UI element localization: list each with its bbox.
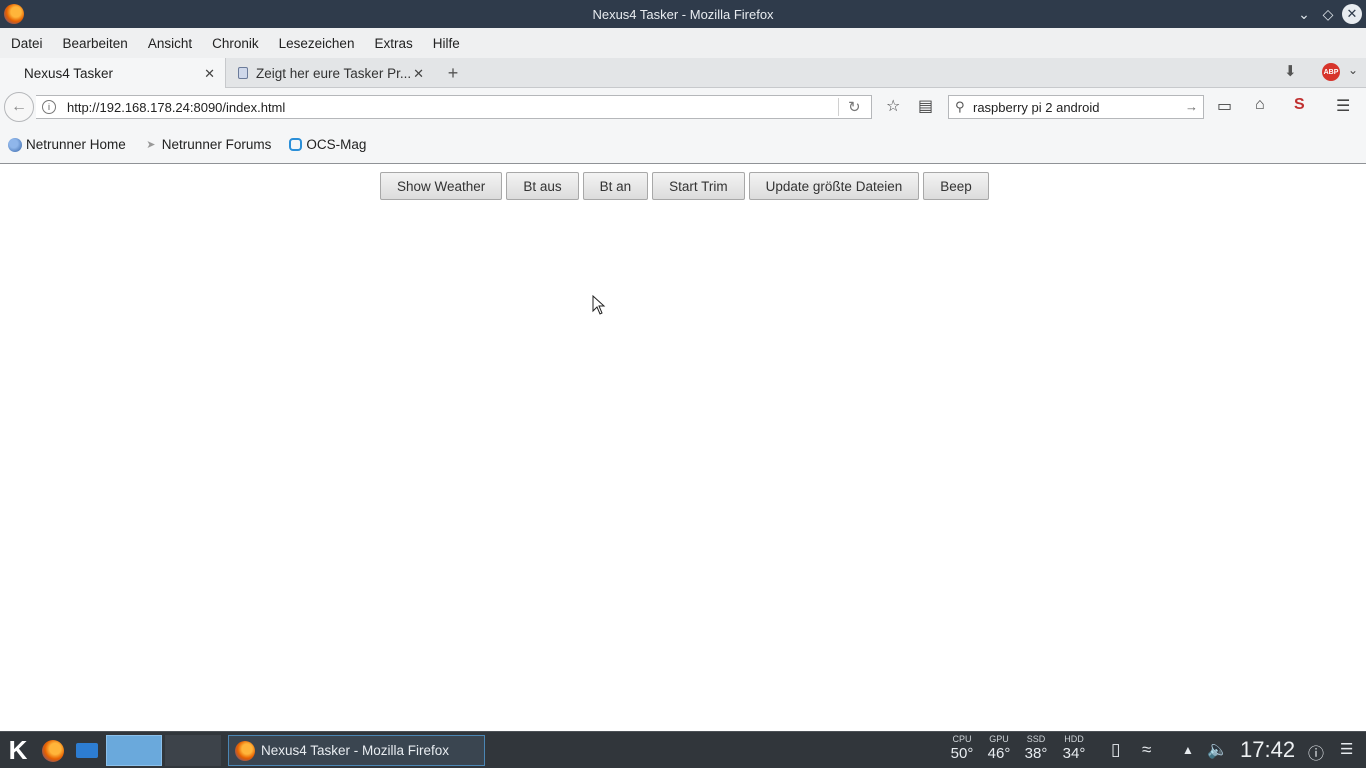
sensor-label: SSD <box>1026 734 1046 744</box>
firefox-icon <box>235 741 255 761</box>
adblock-plus-icon[interactable]: ABP <box>1322 63 1340 81</box>
task-label: Nexus4 Tasker - Mozilla Firefox <box>261 743 450 758</box>
notifications-icon[interactable]: ⓘ <box>1308 740 1324 764</box>
sensor-ssd: SSD 38° <box>1017 734 1055 762</box>
sensor-value: 46° <box>987 745 1011 762</box>
bookmark-star-icon[interactable]: ☆ <box>886 96 900 116</box>
back-button[interactable]: ← <box>4 92 34 122</box>
ocs-icon <box>289 138 303 151</box>
maximize-button[interactable]: ◇ <box>1318 4 1338 24</box>
close-window-button[interactable]: ✕ <box>1342 4 1362 24</box>
panel-options-icon[interactable]: ☰ <box>1340 740 1353 758</box>
start-trim-button[interactable]: Start Trim <box>652 172 745 200</box>
menu-bar: Datei Bearbeiten Ansicht Chronik Lesezei… <box>0 28 1366 58</box>
globe-icon <box>8 137 22 152</box>
bookmark-netrunner-home[interactable]: Netrunner Home <box>8 137 126 152</box>
close-tab-icon[interactable]: ✕ <box>204 66 215 82</box>
virtual-desktop-1[interactable] <box>106 735 162 766</box>
page-icon <box>238 67 248 79</box>
info-icon[interactable]: i <box>42 100 56 114</box>
sensor-value: 34° <box>1062 745 1086 762</box>
menu-hilfe[interactable]: Hilfe <box>426 36 467 51</box>
home-icon[interactable]: ⌂ <box>1255 96 1265 114</box>
mail-launcher-icon[interactable] <box>76 743 98 758</box>
virtual-desktop-2[interactable] <box>165 735 221 766</box>
sensor-hdd: HDD 34° <box>1055 734 1093 762</box>
search-value[interactable]: raspberry pi 2 android <box>973 100 1099 115</box>
menu-lesezeichen[interactable]: Lesezeichen <box>272 36 362 51</box>
url-separator <box>838 98 839 116</box>
volume-icon[interactable]: 🔈 <box>1207 740 1228 760</box>
show-weather-button[interactable]: Show Weather <box>380 172 503 200</box>
taskbar: K Nexus4 Tasker - Mozilla Firefox CPU 50… <box>0 731 1366 768</box>
update-files-button[interactable]: Update größte Dateien <box>748 172 920 200</box>
menu-bearbeiten[interactable]: Bearbeiten <box>56 36 135 51</box>
list-all-tabs-icon[interactable]: ⌄ <box>1348 63 1358 77</box>
phone-connect-icon[interactable]: ▯ <box>1111 740 1120 760</box>
taskbar-task-firefox[interactable]: Nexus4 Tasker - Mozilla Firefox <box>228 735 485 766</box>
sensor-value: 50° <box>950 745 974 762</box>
tray-expand-icon[interactable]: ▲ <box>1182 743 1194 757</box>
tab-label: Zeigt her eure Tasker Pr... <box>256 65 412 81</box>
tab-nexus4-tasker[interactable]: Nexus4 Tasker ✕ <box>0 58 226 88</box>
bt-aus-button[interactable]: Bt aus <box>506 172 579 200</box>
menu-datei[interactable]: Datei <box>4 36 50 51</box>
extension-icon[interactable]: S <box>1294 96 1305 114</box>
search-icon: ⚲ <box>955 99 965 114</box>
firefox-icon[interactable] <box>4 4 24 24</box>
close-tab-icon[interactable]: ✕ <box>413 66 424 82</box>
bookmark-ocs-mag[interactable]: OCS-Mag <box>289 137 366 152</box>
hamburger-menu-icon[interactable]: ☰ <box>1336 96 1350 116</box>
sensor-label: CPU <box>952 734 972 744</box>
url-bar[interactable]: i http://192.168.178.24:8090/index.html … <box>36 95 872 119</box>
minimize-button[interactable]: ⌄ <box>1294 4 1314 24</box>
url-text[interactable]: http://192.168.178.24:8090/index.html <box>67 100 285 115</box>
window-title: Nexus4 Tasker - Mozilla Firefox <box>592 6 774 22</box>
reload-icon[interactable]: ↻ <box>848 98 861 116</box>
menu-chronik[interactable]: Chronik <box>205 36 266 51</box>
bookmark-label: Netrunner Home <box>26 137 126 152</box>
sensor-gpu: GPU 46° <box>980 734 1018 762</box>
download-icon[interactable]: ⬇ <box>1284 62 1297 80</box>
bookmark-label: Netrunner Forums <box>161 137 272 152</box>
firefox-launcher-icon[interactable] <box>42 740 64 762</box>
bookmark-netrunner-forums[interactable]: ➤ Netrunner Forums <box>144 137 272 152</box>
clock[interactable]: 17:42 <box>1240 737 1295 763</box>
bookmark-label: OCS-Mag <box>306 137 367 152</box>
beep-button[interactable]: Beep <box>923 172 989 200</box>
search-go-icon[interactable]: → <box>1185 99 1198 114</box>
tab-label: Nexus4 Tasker <box>24 65 114 81</box>
bt-an-button[interactable]: Bt an <box>582 172 649 200</box>
window-icon[interactable]: ▭ <box>1217 96 1232 116</box>
tab-bar: Nexus4 Tasker ✕ Zeigt her eure Tasker Pr… <box>0 58 1366 88</box>
sensor-label: GPU <box>989 734 1009 744</box>
tab-tasker-forum[interactable]: Zeigt her eure Tasker Pr... ✕ <box>230 58 434 88</box>
wifi-icon[interactable]: ≈ <box>1142 740 1151 760</box>
kde-menu-icon[interactable]: K <box>4 735 32 765</box>
reading-list-icon[interactable]: ▤ <box>918 96 933 116</box>
menu-ansicht[interactable]: Ansicht <box>141 36 199 51</box>
new-tab-button[interactable]: + <box>442 62 464 84</box>
page-content: Show Weather Bt aus Bt an Start Trim Upd… <box>0 164 1366 731</box>
search-input[interactable]: ⚲ raspberry pi 2 android → <box>948 95 1204 119</box>
bookmarks-bar: Netrunner Home ➤ Netrunner Forums OCS-Ma… <box>0 126 1366 164</box>
sensor-label: HDD <box>1064 734 1084 744</box>
action-button-row: Show Weather Bt aus Bt an Start Trim Upd… <box>380 172 993 200</box>
menu-extras[interactable]: Extras <box>367 36 419 51</box>
window-titlebar: Nexus4 Tasker - Mozilla Firefox ⌄ ◇ ✕ <box>0 0 1366 28</box>
mouse-cursor-icon <box>592 295 606 315</box>
sensor-value: 38° <box>1024 745 1048 762</box>
sensor-cpu: CPU 50° <box>943 734 981 762</box>
paper-plane-icon: ➤ <box>146 139 156 151</box>
